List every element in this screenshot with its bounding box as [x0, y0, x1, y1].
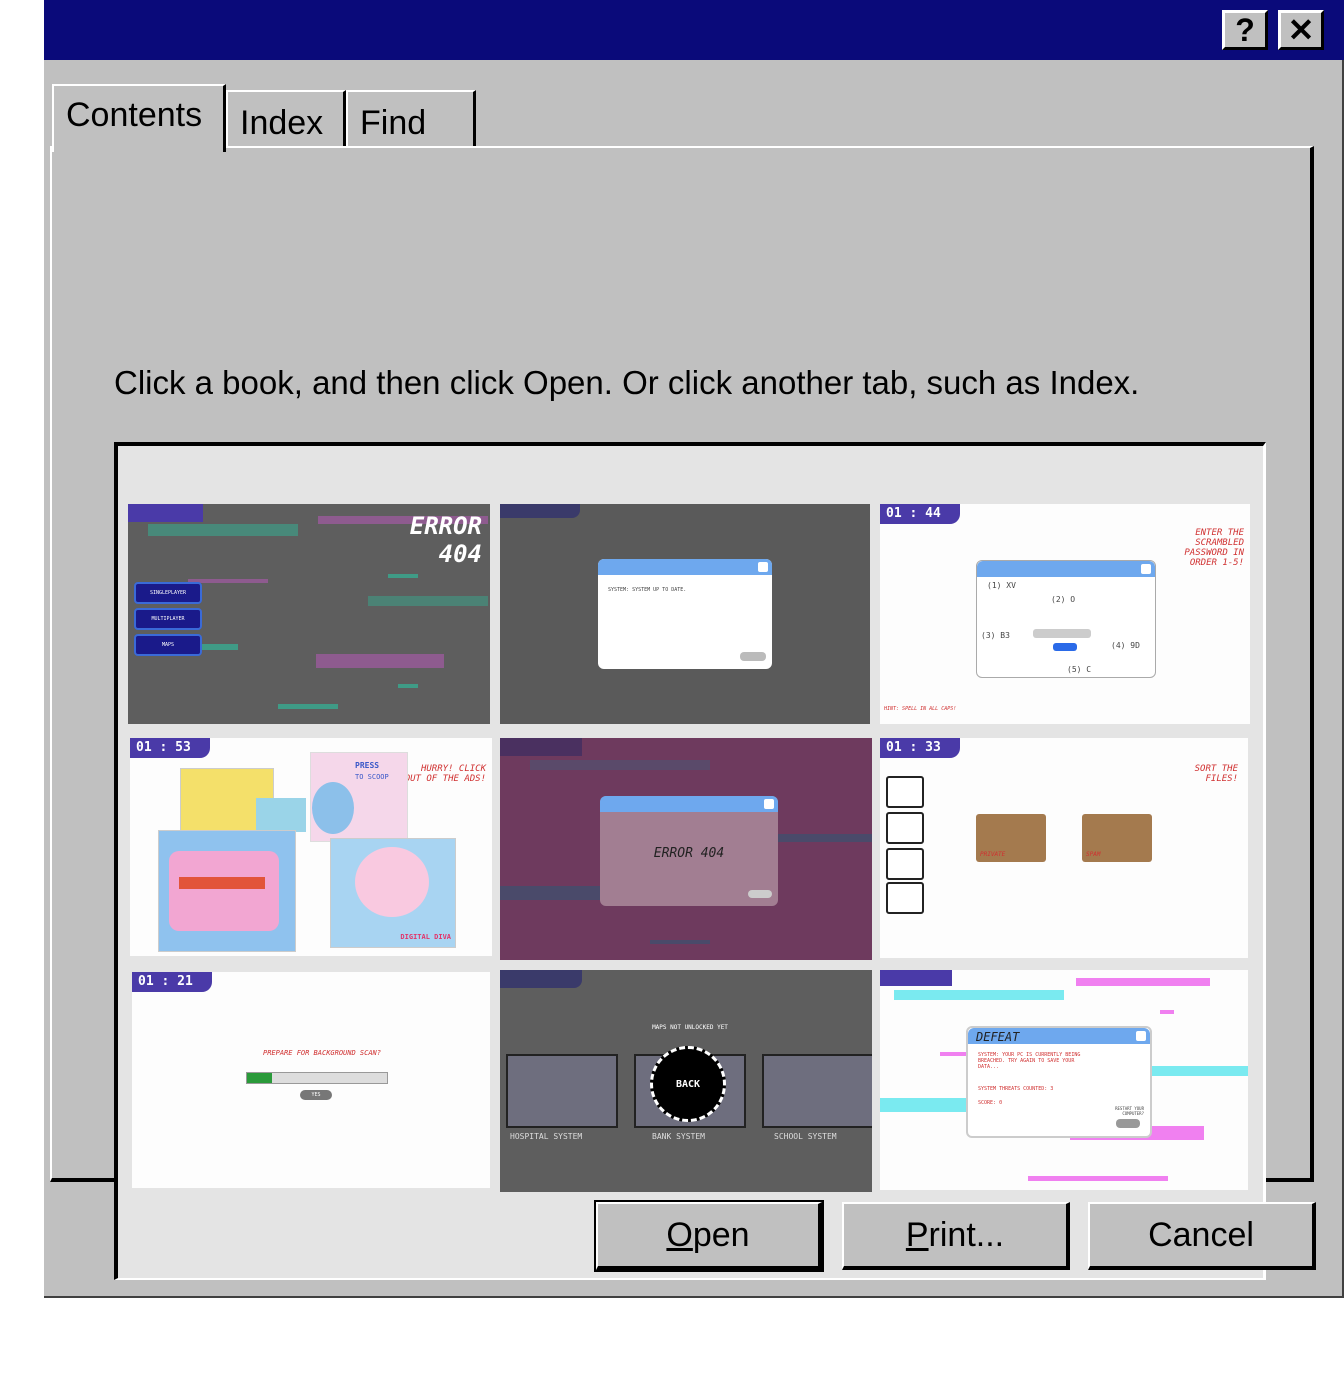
thumbnail-system-ok[interactable]: SYSTEM: SYSTEM UP TO DATE. [500, 504, 870, 724]
thumbnail-error-menu[interactable]: ERROR 404 SINGLEPLAYER MULTIPLAYER MAPS [128, 504, 490, 724]
system-dialog: SYSTEM: SYSTEM UP TO DATE. [598, 559, 772, 669]
close-icon[interactable] [758, 562, 768, 572]
open-button[interactable]: Open [594, 1200, 824, 1272]
error-title: ERROR 404 [409, 512, 482, 568]
school-map[interactable] [762, 1054, 872, 1128]
instruction-text: Click a book, and then click Open. Or cl… [114, 364, 1140, 401]
close-button[interactable]: ✕ [1278, 10, 1324, 50]
file-icon[interactable] [886, 776, 924, 808]
close-icon[interactable] [1136, 1031, 1146, 1041]
help-dialog: ? ✕ Contents Index Find Click a book, an… [44, 0, 1344, 1298]
hospital-label: HOSPITAL SYSTEM [510, 1132, 583, 1141]
lock-icon: BACK [650, 1046, 726, 1122]
maps-locked-notice: MAPS NOT UNLOCKED YET [652, 1024, 728, 1031]
timer-badge: 01 : 53 [130, 738, 210, 758]
file-icon[interactable] [886, 848, 924, 880]
close-icon[interactable] [1141, 564, 1151, 574]
continue-button[interactable] [748, 890, 772, 898]
school-label: SCHOOL SYSTEM [774, 1132, 837, 1141]
ads-prompt: HURRY! CLICK OUT OF THE ADS! [404, 764, 486, 784]
sort-prompt: SORT THE FILES! [1194, 764, 1238, 784]
back-button[interactable]: BACK [653, 1079, 723, 1090]
restart-button[interactable] [1116, 1119, 1140, 1128]
defeat-title: DEFEAT [976, 1030, 1020, 1044]
password-input[interactable] [1033, 629, 1091, 638]
bank-label: BANK SYSTEM [652, 1132, 705, 1141]
thumbnail-defeat[interactable]: DEFEAT SYSTEM: YOUR PC IS CURRENTLY BEIN… [880, 970, 1248, 1190]
thumbnail-sort-files[interactable]: 01 : 33 SORT THE FILES! PRIVATE SPAM [880, 738, 1248, 958]
ad-mascot [312, 782, 354, 834]
contents-list[interactable]: ERROR 404 SINGLEPLAYER MULTIPLAYER MAPS … [114, 442, 1266, 1280]
thumbnail-password[interactable]: 01 : 44 ENTER THE SCRAMBLED PASSWORD IN … [880, 504, 1250, 724]
password-dialog: (1) XV (2) O (3) B3 (4) 9D (5) C [976, 560, 1156, 678]
yes-button[interactable]: YES [300, 1090, 332, 1100]
continue-button[interactable] [740, 652, 766, 661]
maps-button[interactable]: MAPS [134, 634, 202, 656]
help-button[interactable]: ? [1222, 10, 1268, 50]
private-folder[interactable]: PRIVATE [976, 814, 1046, 862]
timer-tab [500, 970, 582, 988]
password-prompt: ENTER THE SCRAMBLED PASSWORD IN ORDER 1-… [1184, 528, 1244, 568]
cancel-button[interactable]: Cancel [1088, 1202, 1316, 1270]
tab-index[interactable]: Index [226, 90, 346, 148]
close-icon[interactable] [764, 799, 774, 809]
timer-badge: 01 : 44 [880, 504, 960, 524]
tab-panel: Click a book, and then click Open. Or cl… [50, 146, 1314, 1280]
ad-popup[interactable] [158, 830, 296, 952]
timer-badge: 01 : 21 [132, 972, 212, 992]
thumbnail-ads[interactable]: 01 : 53 HURRY! CLICK OUT OF THE ADS! PRE… [130, 738, 492, 956]
thumbnail-scan[interactable]: 01 : 21 PREPARE FOR BACKGROUND SCAN? YES [132, 972, 490, 1188]
timer-badge: 01 : 33 [880, 738, 960, 758]
scan-progress-bar [246, 1072, 388, 1084]
ad-popup[interactable]: DIGITAL DIVA [330, 838, 456, 948]
password-hint: HINT: SPELL IN ALL CAPS! [884, 706, 957, 712]
tab-find[interactable]: Find [346, 90, 476, 148]
file-icon[interactable] [886, 812, 924, 844]
error-dialog: ERROR 404 [600, 796, 778, 906]
singleplayer-button[interactable]: SINGLEPLAYER [134, 582, 202, 604]
thumbnail-error-popup[interactable]: ERROR 404 [500, 738, 872, 960]
hospital-map[interactable] [506, 1054, 618, 1128]
thumbnail-maps[interactable]: MAPS NOT UNLOCKED YET BACK HOSPITAL SYST… [500, 970, 872, 1192]
print-button[interactable]: Print... [842, 1202, 1070, 1270]
multiplayer-button[interactable]: MULTIPLAYER [134, 608, 202, 630]
file-icon[interactable] [886, 882, 924, 914]
defeat-dialog: DEFEAT SYSTEM: YOUR PC IS CURRENTLY BEIN… [966, 1026, 1152, 1138]
tab-contents[interactable]: Contents [52, 84, 226, 152]
submit-button[interactable] [1053, 643, 1077, 651]
spam-folder[interactable]: SPAM [1082, 814, 1152, 862]
title-bar[interactable]: ? ✕ [44, 0, 1344, 60]
timer-tab [500, 504, 580, 518]
ad-popup[interactable] [256, 798, 306, 832]
scan-prompt: PREPARE FOR BACKGROUND SCAN? [262, 1049, 381, 1057]
